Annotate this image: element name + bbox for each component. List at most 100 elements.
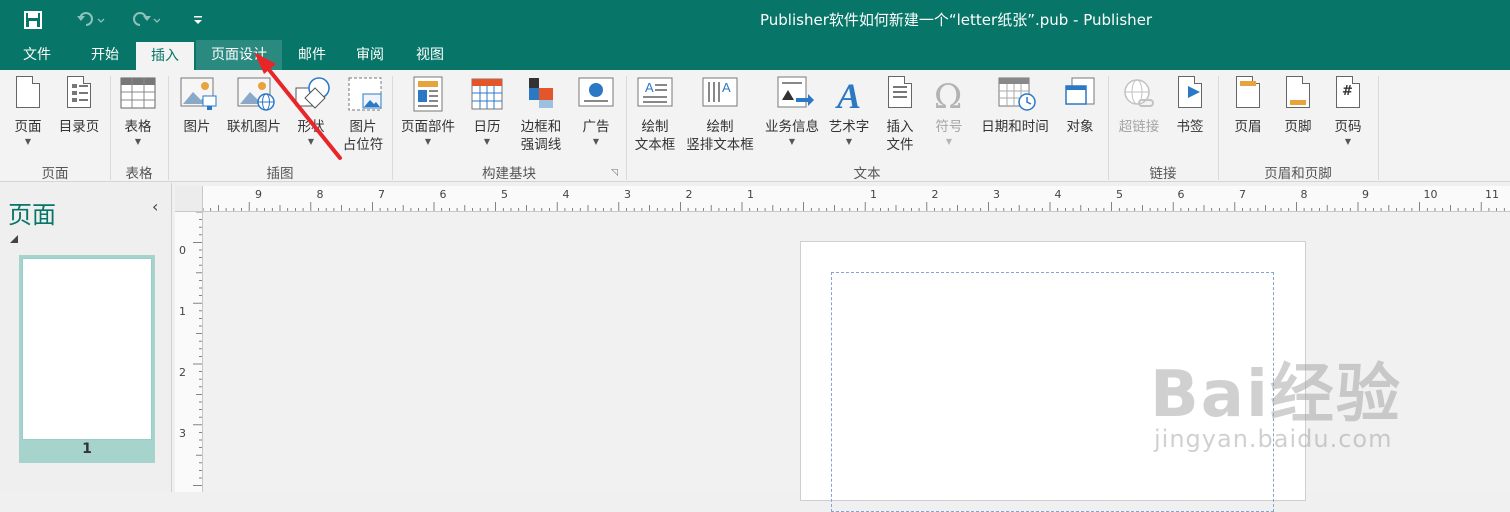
ribbon: 页面 ▼ 目录页 表格 ▼ 图片 联机图片 形状 ▼ 图片 占位符 页面部件 ▼… bbox=[0, 70, 1510, 182]
page-thumbnail[interactable]: 1 bbox=[19, 255, 155, 463]
tab-insert[interactable]: 插入 bbox=[136, 42, 194, 70]
expand-triangle-icon[interactable] bbox=[10, 235, 18, 243]
toc-button[interactable]: 目录页 bbox=[54, 76, 104, 136]
ruler-label: 8 bbox=[1301, 188, 1308, 201]
page-button[interactable]: 页面 ▼ bbox=[6, 76, 50, 148]
borders-button[interactable]: 边框和 强调线 bbox=[512, 76, 570, 154]
svg-text:A: A bbox=[645, 80, 654, 95]
page-parts-icon bbox=[410, 76, 446, 114]
wordart-icon: A bbox=[831, 76, 867, 116]
datetime-button[interactable]: 日期和时间 bbox=[974, 76, 1056, 136]
shapes-icon bbox=[293, 76, 330, 114]
ruler-label: 3 bbox=[624, 188, 631, 201]
tab-mailings[interactable]: 邮件 bbox=[286, 40, 338, 70]
dropdown-icon: ▼ bbox=[424, 137, 432, 146]
ads-icon bbox=[578, 76, 614, 114]
wordart-button[interactable]: A 艺术字 ▼ bbox=[826, 76, 872, 148]
ruler-label: 2 bbox=[932, 188, 939, 201]
vertical-ruler[interactable]: 0 1 2 3 bbox=[175, 212, 203, 492]
tab-file[interactable]: 文件 bbox=[8, 40, 66, 70]
ruler-label: 1 bbox=[747, 188, 754, 201]
redo-icon[interactable] bbox=[128, 8, 162, 32]
ruler-label: 2 bbox=[179, 366, 186, 379]
save-icon[interactable] bbox=[20, 8, 46, 32]
svg-text:Ω: Ω bbox=[934, 77, 962, 112]
ruler-label: 4 bbox=[1055, 188, 1062, 201]
ruler-label: 1 bbox=[870, 188, 877, 201]
dropdown-icon: ▼ bbox=[788, 137, 796, 146]
ruler-label: 11 bbox=[1485, 188, 1499, 201]
draw-vertical-textbox-button[interactable]: A 绘制 竖排文本框 bbox=[682, 76, 758, 154]
horizontal-ruler[interactable]: 987654321123456789101112 bbox=[175, 186, 1510, 212]
draw-textbox-button[interactable]: A 绘制 文本框 bbox=[630, 76, 680, 154]
business-info-icon bbox=[774, 76, 814, 114]
page-number-icon: # bbox=[1330, 76, 1366, 114]
ruler-label: 5 bbox=[501, 188, 508, 201]
ruler-label: 6 bbox=[440, 188, 447, 201]
dropdown-icon: ▼ bbox=[134, 137, 142, 146]
ruler-label: 3 bbox=[993, 188, 1000, 201]
picture-placeholder-button[interactable]: 图片 占位符 bbox=[338, 76, 388, 154]
online-picture-button[interactable]: 联机图片 bbox=[222, 76, 286, 136]
table-button[interactable]: 表格 ▼ bbox=[114, 76, 162, 148]
ruler-label: 9 bbox=[1362, 188, 1369, 201]
calendar-button[interactable]: 日历 ▼ bbox=[464, 76, 510, 148]
dropdown-icon: ▼ bbox=[24, 137, 32, 146]
group-label-illustrations: 插图 bbox=[266, 166, 294, 182]
group-label-pages: 页面 bbox=[41, 166, 69, 182]
window-title: Publisher软件如何新建一个“letter纸张”.pub - Publis… bbox=[760, 11, 1153, 29]
header-button[interactable]: 页眉 bbox=[1226, 76, 1270, 136]
business-info-button[interactable]: 业务信息 ▼ bbox=[760, 76, 824, 148]
bookmark-icon bbox=[1172, 76, 1208, 114]
table-icon bbox=[120, 76, 156, 114]
page-number-button[interactable]: # 页码 ▼ bbox=[1326, 76, 1370, 148]
ads-button[interactable]: 广告 ▼ bbox=[572, 76, 620, 148]
picture-placeholder-icon bbox=[345, 76, 382, 114]
thumbnail-page-number: 1 bbox=[82, 441, 92, 457]
dropdown-icon: ▼ bbox=[1344, 137, 1352, 146]
calendar-icon bbox=[469, 76, 505, 114]
ruler-label: 6 bbox=[1178, 188, 1185, 201]
datetime-icon bbox=[997, 76, 1036, 114]
toc-icon bbox=[61, 76, 97, 114]
pages-pane-title: 页面 bbox=[8, 201, 56, 229]
group-label-tables: 表格 bbox=[125, 166, 153, 182]
dropdown-icon: ▼ bbox=[592, 137, 600, 146]
insert-file-icon bbox=[882, 76, 918, 114]
page-parts-button[interactable]: 页面部件 ▼ bbox=[396, 76, 460, 148]
ruler-label: 2 bbox=[686, 188, 693, 201]
vertical-textbox-icon: A bbox=[702, 76, 738, 114]
dropdown-icon: ▼ bbox=[945, 137, 953, 146]
dropdown-icon: ▼ bbox=[845, 137, 853, 146]
svg-text:A: A bbox=[835, 76, 861, 112]
ruler-label: 10 bbox=[1424, 188, 1438, 201]
bookmark-button[interactable]: 书签 bbox=[1168, 76, 1212, 136]
object-button[interactable]: 对象 bbox=[1058, 76, 1102, 136]
ruler-label: 1 bbox=[179, 305, 186, 318]
workspace-canvas[interactable]: Bai经验 jingyan.baidu.com bbox=[204, 213, 1510, 512]
tab-page-design[interactable]: 页面设计 bbox=[196, 40, 282, 70]
borders-icon bbox=[523, 76, 559, 114]
tab-view[interactable]: 视图 bbox=[404, 40, 456, 70]
shapes-button[interactable]: 形状 ▼ bbox=[288, 76, 334, 148]
ruler-label: 9 bbox=[255, 188, 262, 201]
undo-icon[interactable] bbox=[74, 8, 108, 32]
picture-button[interactable]: 图片 bbox=[174, 76, 220, 136]
collapse-pane-icon[interactable]: ‹ bbox=[152, 197, 158, 216]
hyperlink-icon bbox=[1121, 76, 1157, 114]
ruler-corner bbox=[175, 186, 203, 212]
pages-pane: 页面 ‹ 1 bbox=[0, 183, 172, 492]
customize-qat-icon[interactable] bbox=[188, 8, 208, 32]
title-bar: Publisher软件如何新建一个“letter纸张”.pub - Publis… bbox=[0, 0, 1510, 40]
tab-home[interactable]: 开始 bbox=[76, 40, 134, 70]
symbol-button[interactable]: Ω 符号 ▼ bbox=[926, 76, 972, 148]
vertical-ruler-ticks: 0 1 2 3 bbox=[179, 212, 202, 487]
ruler-label: 3 bbox=[179, 427, 186, 440]
footer-button[interactable]: 页脚 bbox=[1276, 76, 1320, 136]
thumbnail-page-preview bbox=[22, 258, 152, 440]
insert-file-button[interactable]: 插入 文件 bbox=[876, 76, 924, 154]
footer-icon bbox=[1280, 76, 1316, 114]
tab-review[interactable]: 审阅 bbox=[344, 40, 396, 70]
horizontal-ruler-ticks: 987654321123456789101112 bbox=[202, 188, 1505, 211]
hyperlink-button[interactable]: 超链接 bbox=[1112, 76, 1166, 136]
